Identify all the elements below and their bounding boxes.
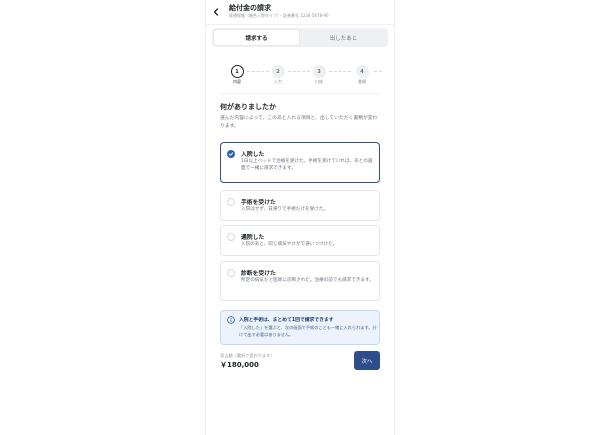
question-title: 何がありましたか <box>220 103 276 111</box>
tab-claim[interactable]: 請求する <box>214 30 299 45</box>
step-4-label: 書類 <box>358 79 366 84</box>
notice-text: 「入院した」を選ぶと、次の画面で手術のことも一緒に入れられます。分けて出す必要は… <box>239 325 377 337</box>
radio-unchecked[interactable] <box>227 198 235 206</box>
policy-subtitle: 医療保険（総合入院タイプ）・証券番号 1234-5678-90 <box>229 13 329 18</box>
radio-checked[interactable] <box>227 150 235 158</box>
header-divider <box>205 24 395 25</box>
option-description: 所定の病気だと医師に診断された。治療の前でも請求できます。 <box>241 278 374 283</box>
option-hospitalized[interactable]: 入院した 1日以上ベッドで治療を受けた。手術を受けていれば、あとの画面で一緒に請… <box>220 142 380 183</box>
option-description: 入院はせず、日帰りで手術だけを受けた。 <box>241 207 328 212</box>
info-notice: 入院と手術は、まとめて1回で請求できます 「入院した」を選ぶと、次の画面で手術の… <box>220 310 380 345</box>
option-outpatient[interactable]: 通院した 入院のあと、同じ病気やけがで通いつづけた。 <box>220 225 380 256</box>
step-1: 1 内容 <box>222 65 252 85</box>
option-title: 診断を受けた <box>241 271 276 277</box>
estimate-amount: ￥180,000 <box>220 361 259 369</box>
step-3-number: 3 <box>312 65 326 78</box>
tab-after-submit[interactable]: 出したあと <box>301 30 386 45</box>
app-header: 給付金の請求 医療保険（総合入院タイプ）・証券番号 1234-5678-90 <box>205 0 395 24</box>
radio-unchecked[interactable] <box>227 269 235 277</box>
step-1-label: 内容 <box>233 79 241 84</box>
option-description: 入院のあと、同じ病気やけがで通いつづけた。 <box>241 242 338 247</box>
segmented-tabs: 請求する 出したあと <box>212 28 388 47</box>
check-icon <box>228 152 234 156</box>
step-4-number: 4 <box>355 65 369 78</box>
step-3: 3 口座 <box>304 65 334 85</box>
step-2-label: 入力 <box>274 79 282 84</box>
chevron-left-icon <box>213 8 219 16</box>
step-3-label: 口座 <box>315 79 323 84</box>
back-button[interactable] <box>210 5 222 19</box>
estimate-label: 見込額（選択で変わります） <box>220 353 275 358</box>
step-2: 2 入力 <box>263 65 293 85</box>
option-title: 入院した <box>241 152 265 158</box>
option-title: 手術を受けた <box>241 200 276 206</box>
option-diagnosis[interactable]: 診断を受けた 所定の病気だと医師に診断された。治療の前でも請求できます。 <box>220 261 380 301</box>
option-surgery[interactable]: 手術を受けた 入院はせず、日帰りで手術だけを受けた。 <box>220 190 380 221</box>
step-4: 4 書類 <box>347 65 377 85</box>
radio-unchecked[interactable] <box>227 233 235 241</box>
option-title: 通院した <box>241 235 265 241</box>
claim-screen: 給付金の請求 医療保険（総合入院タイプ）・証券番号 1234-5678-90 請… <box>205 0 395 435</box>
info-icon <box>227 316 235 324</box>
option-description: 1日以上ベッドで治療を受けた。手術を受けていれば、あとの画面で一緒に請求できます… <box>241 159 373 171</box>
step-2-number: 2 <box>271 65 285 78</box>
stepper-divider <box>219 93 381 94</box>
progress-stepper: 1 内容 2 入力 3 口座 4 書類 <box>205 60 395 92</box>
page-title: 給付金の請求 <box>229 4 271 12</box>
step-1-number: 1 <box>230 65 244 78</box>
notice-title: 入院と手術は、まとめて1回で請求できます <box>239 318 334 323</box>
question-description: 選んだ内容によって、このあと入れる項目と、出していただく書類が変わります。 <box>220 116 378 129</box>
next-button[interactable]: 次へ <box>354 351 380 370</box>
